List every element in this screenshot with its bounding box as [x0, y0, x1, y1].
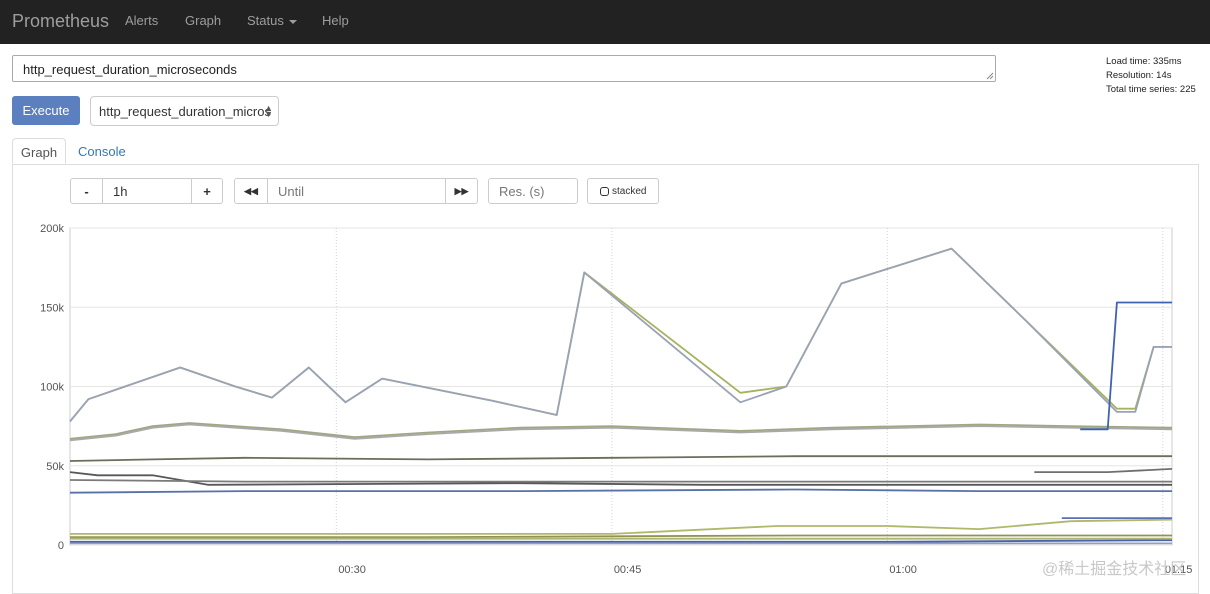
- resize-grip-icon[interactable]: [986, 72, 994, 80]
- tab-console[interactable]: Console: [78, 138, 126, 164]
- expression-input[interactable]: http_request_duration_microseconds: [12, 55, 996, 82]
- range-increase-button[interactable]: +: [191, 178, 223, 204]
- checkbox-icon: [600, 187, 609, 196]
- x-tick-label: 00:30: [338, 564, 366, 576]
- metric-select-value: http_request_duration_micros: [99, 104, 271, 119]
- stacked-toggle[interactable]: stacked: [587, 178, 659, 204]
- watermark: @稀土掘金技术社区: [1042, 561, 1187, 578]
- time-forward-button[interactable]: ▶▶: [445, 178, 478, 204]
- y-tick-label: 100k: [40, 382, 64, 394]
- total-time-series: Total time series: 225: [1106, 84, 1196, 95]
- y-tick-label: 0: [58, 540, 64, 552]
- brand-link[interactable]: Prometheus: [12, 11, 109, 32]
- select-arrows-icon: ▲ ▼: [264, 103, 273, 119]
- query-stats: Load time: 335ms Resolution: 14s Total t…: [1106, 55, 1196, 97]
- nav-alerts[interactable]: Alerts: [125, 13, 158, 28]
- nav-status-label: Status: [247, 13, 284, 28]
- graph-chart: 050k100k150k200k00:30 00:45 01:00 01:15: [40, 223, 1192, 576]
- tab-graph[interactable]: Graph: [12, 138, 66, 164]
- metric-select[interactable]: http_request_duration_micros ▲ ▼: [90, 96, 279, 126]
- execute-button[interactable]: Execute: [12, 96, 80, 125]
- time-back-button[interactable]: ◀◀: [234, 178, 268, 204]
- range-decrease-button[interactable]: -: [70, 178, 103, 204]
- stacked-label: stacked: [612, 186, 647, 197]
- y-tick-label: 50k: [46, 461, 64, 473]
- y-tick-label: 150k: [40, 302, 64, 314]
- expression-text: http_request_duration_microseconds: [23, 62, 237, 77]
- fast-forward-icon: ▶▶: [454, 186, 469, 196]
- range-input[interactable]: 1h: [102, 178, 192, 204]
- y-tick-label: 200k: [40, 223, 64, 235]
- nav-status[interactable]: Status: [247, 13, 297, 28]
- until-input[interactable]: Until: [267, 178, 446, 204]
- navbar: Prometheus Alerts Graph Status Help: [0, 0, 1210, 44]
- nav-help[interactable]: Help: [322, 13, 349, 28]
- x-tick-label: 01:00: [889, 564, 917, 576]
- nav-graph[interactable]: Graph: [185, 13, 221, 28]
- resolution: Resolution: 14s: [1106, 70, 1172, 81]
- caret-down-icon: [288, 19, 297, 24]
- resolution-input[interactable]: Res. (s): [488, 178, 578, 204]
- rewind-icon: ◀◀: [244, 186, 258, 196]
- load-time: Load time: 335ms: [1106, 56, 1182, 67]
- x-tick-label: 00:45: [614, 564, 642, 576]
